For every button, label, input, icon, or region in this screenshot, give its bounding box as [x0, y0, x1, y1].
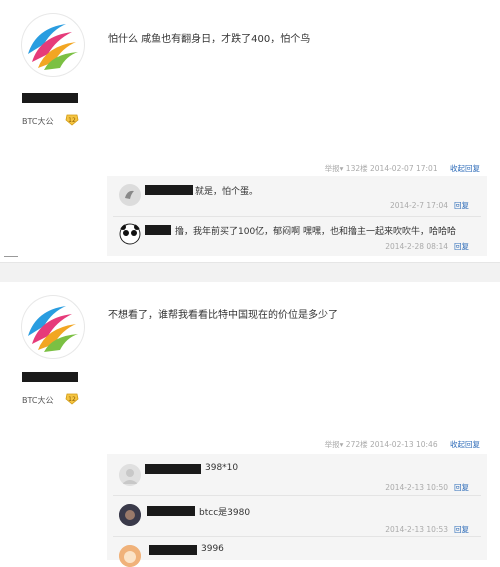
reply-username-redacted[interactable]	[145, 185, 193, 195]
collapse-replies-link[interactable]: 收起回复	[450, 440, 480, 449]
report-link[interactable]: 举报▾	[325, 440, 344, 449]
reply-link[interactable]: 回复	[454, 242, 469, 251]
floor-number: 272楼	[345, 440, 368, 449]
reply-text: 398*10	[205, 463, 239, 473]
reply-item: 3996	[107, 537, 487, 567]
user-avatar[interactable]	[22, 296, 84, 358]
reply-timestamp: 2014-2-13 10:50	[385, 483, 448, 492]
floor-number: 132楼	[345, 164, 368, 173]
cartoon-avatar-icon	[119, 545, 141, 567]
reply-username-redacted[interactable]	[147, 506, 195, 516]
reply-text: 3996	[201, 544, 224, 554]
reply-avatar[interactable]	[119, 223, 141, 245]
post-separator	[0, 262, 500, 284]
bird-avatar-icon	[119, 184, 141, 206]
post-floor-272: BTC大公 12 不想看了，谁帮我看看比特中国现在的价位是多少了 举报▾ 272…	[0, 282, 500, 567]
user-avatar[interactable]	[22, 14, 84, 76]
reply-list: 就是，怕个蛋。 2014-2-7 17:04 回复 撸，我年前买了100亿，郁闷啊…	[107, 176, 487, 256]
reply-text: 就是，怕个蛋。	[195, 187, 259, 197]
reply-link[interactable]: 回复	[454, 483, 469, 492]
post-floor-132: BTC大公 12 怕什么 咸鱼也有翻身日，才跌了400，怕个鸟 举报▾ 132楼…	[0, 0, 500, 262]
reply-text: btcc是3980	[199, 508, 251, 518]
corner-badge-icon	[66, 296, 84, 314]
username-redacted[interactable]	[22, 372, 78, 382]
reply-item: btcc是3980 2014-2-13 10:53 回复	[107, 496, 487, 536]
reply-time: 2014-2-13 10:50 回复	[385, 482, 469, 493]
report-link[interactable]: 举报▾	[325, 164, 344, 173]
post-meta: 举报▾ 272楼 2014-02-13 10:46 收起回复	[325, 439, 480, 450]
edge-marker	[4, 256, 18, 257]
user-rank-label: BTC大公	[22, 396, 54, 405]
reply-time: 2014-2-13 10:53 回复	[385, 524, 469, 535]
svg-text:12: 12	[68, 396, 76, 403]
reply-list: 398*10 2014-2-13 10:50 回复 btcc是3980 2014-…	[107, 454, 487, 567]
level-badge-icon: 12	[65, 393, 79, 405]
username-redacted[interactable]	[22, 93, 78, 103]
reply-avatar[interactable]	[119, 464, 141, 486]
reply-avatar[interactable]	[119, 504, 141, 526]
post-meta: 举报▾ 132楼 2014-02-07 17:01 收起回复	[325, 163, 480, 174]
svg-text:12: 12	[68, 117, 76, 124]
photo-avatar-icon	[119, 504, 141, 526]
reply-timestamp: 2014-2-28 08:14	[385, 242, 448, 251]
post-time: 2014-02-07 17:01	[370, 164, 438, 173]
post-time: 2014-02-13 10:46	[370, 440, 438, 449]
reply-timestamp: 2014-2-7 17:04	[389, 201, 448, 210]
reply-timestamp: 2014-2-13 10:53	[385, 525, 448, 534]
reply-item: 就是，怕个蛋。 2014-2-7 17:04 回复	[107, 176, 487, 216]
reply-time: 2014-2-7 17:04 回复	[390, 200, 469, 211]
reply-username-redacted[interactable]	[149, 545, 197, 555]
reply-username-redacted[interactable]	[145, 225, 171, 235]
reply-time: 2014-2-28 08:14 回复	[385, 241, 469, 252]
default-avatar-icon	[119, 464, 141, 486]
level-badge-icon: 12	[65, 114, 79, 126]
collapse-replies-link[interactable]: 收起回复	[450, 164, 480, 173]
reply-item: 398*10 2014-2-13 10:50 回复	[107, 454, 487, 494]
panda-avatar-icon	[119, 223, 141, 245]
post-content: 不想看了，谁帮我看看比特中国现在的价位是多少了	[108, 310, 338, 321]
reply-link[interactable]: 回复	[454, 201, 469, 210]
reply-username-redacted[interactable]	[145, 464, 201, 474]
reply-link[interactable]: 回复	[454, 525, 469, 534]
user-rank-label: BTC大公	[22, 117, 54, 126]
reply-item: 撸，我年前买了100亿，郁闷啊 嘿嘿，也和撸主一起来吹吹牛，哈哈哈 2014-2…	[107, 217, 487, 256]
post-content: 怕什么 咸鱼也有翻身日，才跌了400，怕个鸟	[108, 34, 311, 45]
reply-text: 撸，我年前买了100亿，郁闷啊 嘿嘿，也和撸主一起来吹吹牛，哈哈哈	[175, 227, 457, 237]
reply-avatar[interactable]	[119, 545, 141, 567]
reply-avatar[interactable]	[119, 184, 141, 206]
corner-badge-icon	[66, 14, 84, 32]
